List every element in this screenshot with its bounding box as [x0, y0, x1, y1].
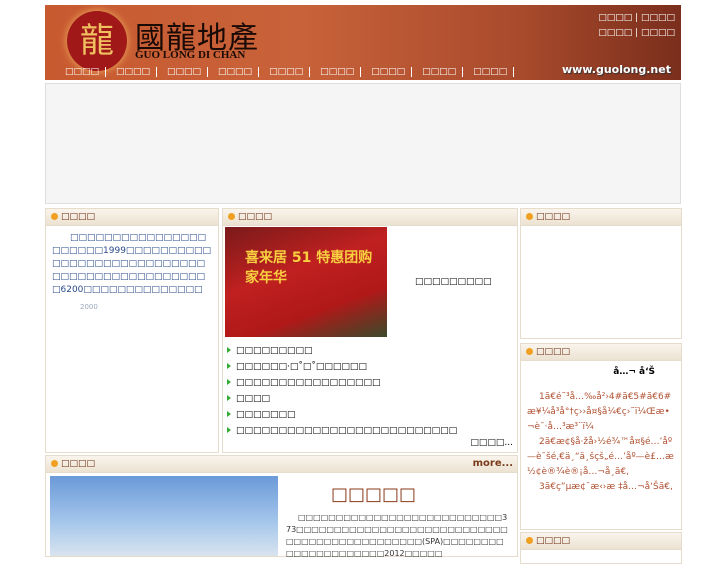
news-item[interactable]: □□□□□□□□□	[227, 343, 513, 359]
news-box: □□□□ 喜来居 51 特惠团购家年华 □□□□□□□□□ □□□□□□□□□ …	[222, 208, 518, 453]
logo-subtitle: GUO LONG DI CHAN	[135, 49, 246, 61]
top-link[interactable]: □□□□	[598, 28, 632, 38]
news-item[interactable]: □□□□□□□□□□□□□□□□□	[227, 375, 513, 391]
image-caption: 喜来居 51 特惠团购家年华	[245, 250, 373, 286]
box-title: □□□□	[61, 459, 96, 469]
dragon-logo-icon[interactable]: 龍	[67, 11, 127, 71]
box-title: □□□□	[536, 347, 571, 357]
notice-box: □□□□ å…¬ å‘Š 1ã€é˜³å…‰å²›4#ã€5#ã€6#æ¥¼å³…	[520, 343, 682, 530]
right-box-1: □□□□	[520, 208, 682, 339]
top-link[interactable]: □□□□	[598, 13, 632, 23]
news-image[interactable]: 喜来居 51 特惠团购家年华	[225, 227, 387, 337]
news-item[interactable]: □□□□□□·□˚□˚□□□□□□	[227, 359, 513, 375]
news-more-link[interactable]: □□□□...	[470, 438, 513, 448]
nav-item[interactable]: □□□□	[469, 67, 515, 77]
project-more-link[interactable]: more...	[473, 458, 513, 469]
nav-item[interactable]: □□□□	[418, 67, 464, 77]
nav-item[interactable]: □□□□	[163, 67, 209, 77]
featured-news-link[interactable]: □□□□□□□□□	[415, 277, 513, 287]
nav-item[interactable]: □□□□	[214, 67, 260, 77]
nav-item[interactable]: □□□□	[367, 67, 413, 77]
project-description: □□□□□□□□□□□□□□□□□□□□□□□□□□□373□□□□□□□□□□…	[286, 513, 508, 558]
site-url: www.guolong.net	[562, 63, 671, 76]
bullet-icon	[51, 460, 58, 467]
main-nav: □□□□ □□□□ □□□□ □□□□ □□□□ □□□□ □□□□ □□□□ …	[61, 67, 520, 77]
notice-line[interactable]: 1ã€é˜³å…‰å²›4#ã€5#ã€6#æ¥¼å³å°†ç››å¤§å¼€ç…	[527, 390, 675, 435]
top-link[interactable]: □□□□	[641, 28, 675, 38]
intro-box: □□□□ □□□□□□□□□□□□□□□□□□□□□□1999□□□□□□□□□…	[45, 208, 219, 453]
right-box-3: □□□□	[520, 532, 682, 564]
top-link[interactable]: □□□□	[641, 13, 675, 23]
banner-area	[45, 83, 681, 204]
nav-item[interactable]: □□□□	[61, 67, 107, 77]
bullet-icon	[526, 213, 533, 220]
notice-line[interactable]: 2ã€æ¢§å·žå›½é¾™å¤§é…’åº—è¯šé‚€ä¸“ä¸šçš„é…	[527, 435, 675, 480]
notice-heading: å…¬ å‘Š	[613, 367, 655, 377]
nav-item[interactable]: □□□□	[316, 67, 362, 77]
site-header: 龍 國龍地產 GUO LONG DI CHAN □□□□ | □□□□ □□□□…	[45, 5, 681, 80]
top-links: □□□□ | □□□□ □□□□ | □□□□	[598, 13, 675, 38]
project-name: □□□□□	[331, 484, 417, 505]
bullet-icon	[526, 537, 533, 544]
intro-text: □□□□□□□□□□□□□□□□□□□□□□1999□□□□□□□□□□□□□□…	[52, 233, 211, 295]
intro-faint: 2000	[80, 303, 98, 311]
box-title: □□□□	[536, 212, 571, 222]
box-title: □□□□	[238, 212, 273, 222]
news-item[interactable]: □□□□□□□	[227, 407, 513, 423]
news-list: □□□□□□□□□ □□□□□□·□˚□˚□□□□□□ □□□□□□□□□□□□…	[227, 343, 513, 439]
nav-item[interactable]: □□□□	[265, 67, 311, 77]
bullet-icon	[51, 213, 58, 220]
nav-item[interactable]: □□□□	[112, 67, 158, 77]
bullet-icon	[228, 213, 235, 220]
news-item[interactable]: □□□□□□□□□□□□□□□□□□□□□□□□□□	[227, 423, 513, 439]
project-box: □□□□ more... □□□□□ □□□□□□□□□□□□□□□□□□□□□□…	[45, 455, 518, 558]
news-item[interactable]: □□□□	[227, 391, 513, 407]
notice-line[interactable]: 3ã€ç”µæ¢¯æ‹›æ ‡å…¬å‘Šã€‚	[527, 480, 675, 495]
project-image[interactable]	[50, 476, 278, 556]
box-title: □□□□	[61, 212, 96, 222]
bullet-icon	[526, 348, 533, 355]
